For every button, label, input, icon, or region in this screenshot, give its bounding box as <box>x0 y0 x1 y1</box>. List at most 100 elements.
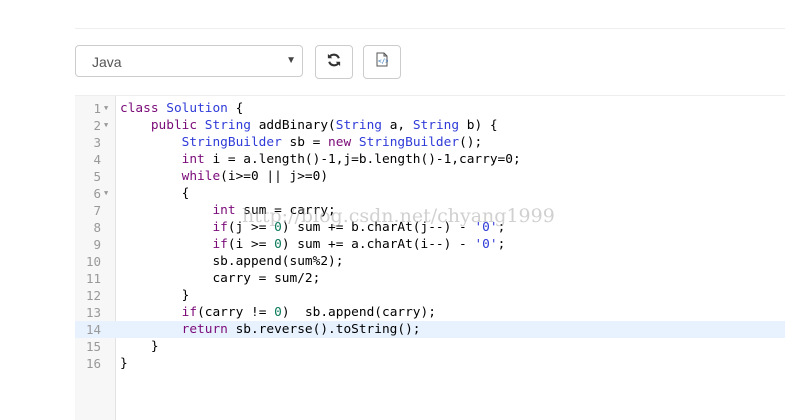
code-line[interactable]: 2 ▼ public String addBinary(String a, Str… <box>75 117 785 134</box>
code-token-plain: ; <box>497 237 506 252</box>
code-token-keyword: if <box>212 237 228 252</box>
code-token-plain: { <box>227 101 244 116</box>
code-token-keyword: while <box>181 169 221 184</box>
code-token-keyword: if <box>212 220 228 235</box>
code-token-type: String <box>335 118 382 133</box>
code-token-plain: (); <box>459 135 483 150</box>
code-file-icon: </> <box>376 52 389 72</box>
code-line[interactable]: 5 while(i>=0 || j>=0) <box>75 168 785 185</box>
line-number: 9 <box>93 237 101 252</box>
code-file-button[interactable]: </> <box>363 45 401 79</box>
code-token-keyword: if <box>181 305 198 320</box>
fold-arrow-icon[interactable]: ▼ <box>104 185 108 202</box>
code-line[interactable]: 13 if(carry != 0) sb.append(carry); <box>75 304 785 321</box>
code-token-type: StringBuilder <box>358 135 460 150</box>
code-editor[interactable]: 1 ▼ class Solution {2 ▼ public String addBi… <box>75 95 785 420</box>
divider <box>75 28 785 29</box>
code-token-plain: (i>=0 || j>=0) <box>220 169 329 184</box>
code-token-number: 0 <box>274 220 282 235</box>
code-token-plain: ) sum += b.charAt(j--) - <box>281 220 475 235</box>
line-number: 5 <box>93 169 101 184</box>
code-text: int i = a.length()-1,j=b.length()-1,carr… <box>120 151 521 168</box>
code-line[interactable]: 6 ▼ { <box>75 185 785 202</box>
code-lines[interactable]: 1 ▼ class Solution {2 ▼ public String addBi… <box>75 100 785 372</box>
code-token-plain: (j >= <box>227 220 275 235</box>
code-token-plain: sum = carry; <box>235 203 336 218</box>
code-line[interactable]: 10 sb.append(sum%2); <box>75 253 785 270</box>
code-text: { <box>120 185 190 202</box>
fold-arrow-icon[interactable]: ▼ <box>104 100 108 117</box>
line-number: 16 <box>85 356 101 371</box>
line-number: 2 <box>93 118 101 133</box>
line-number: 14 <box>85 322 101 337</box>
code-text: StringBuilder sb = new StringBuilder(); <box>120 134 483 151</box>
code-text: } <box>120 355 128 372</box>
code-token-plain: } <box>120 339 159 354</box>
refresh-icon <box>327 53 341 72</box>
code-line[interactable]: 12 } <box>75 287 785 304</box>
code-token-keyword: int <box>181 152 205 167</box>
line-number: 4 <box>93 152 101 167</box>
code-token-plain: } <box>120 288 190 303</box>
code-token-plain: i = a.length()-1,j=b.length()-1,carry=0; <box>204 152 521 167</box>
language-select[interactable]: Java ▼ <box>75 45 303 77</box>
code-text: } <box>120 287 190 304</box>
svg-text:</>: </> <box>378 58 388 65</box>
code-line[interactable]: 14 return sb.reverse().toString(); <box>75 321 785 338</box>
reset-code-button[interactable] <box>315 45 353 79</box>
code-line[interactable]: 4 int i = a.length()-1,j=b.length()-1,ca… <box>75 151 785 168</box>
code-token-number: 0 <box>274 305 282 320</box>
line-number: 13 <box>85 305 101 320</box>
code-token-type: String <box>412 118 460 133</box>
code-token-keyword: return <box>181 322 228 337</box>
line-number: 1 <box>93 101 101 116</box>
line-number: 12 <box>85 288 101 303</box>
code-token-keyword: int <box>212 203 236 218</box>
code-token-plain: { <box>120 186 190 201</box>
code-text: class Solution { <box>120 100 243 117</box>
code-token-keyword: public <box>150 118 198 133</box>
code-token-type: StringBuilder <box>181 135 282 150</box>
code-token-type: Solution <box>166 101 228 116</box>
code-text: sb.append(sum%2); <box>120 253 343 270</box>
code-text: if(i >= 0) sum += a.charAt(i--) - '0'; <box>120 236 505 253</box>
code-line[interactable]: 9 if(i >= 0) sum += a.charAt(i--) - '0'; <box>75 236 785 253</box>
code-line[interactable]: 1 ▼ class Solution { <box>75 100 785 117</box>
code-token-plain: } <box>120 356 128 371</box>
code-token-plain: sb.append(sum%2); <box>120 254 344 269</box>
code-line[interactable]: 7 int sum = carry; <box>75 202 785 219</box>
code-token-plain: ; <box>497 220 506 235</box>
code-line[interactable]: 15 } <box>75 338 785 355</box>
code-text: return sb.reverse().toString(); <box>120 321 421 338</box>
line-number: 10 <box>85 254 101 269</box>
code-text: carry = sum/2; <box>120 270 320 287</box>
line-number: 8 <box>93 220 101 235</box>
code-text: if(j >= 0) sum += b.charAt(j--) - '0'; <box>120 219 505 236</box>
code-line[interactable]: 16} <box>75 355 785 372</box>
code-token-plain: addBinary( <box>251 118 336 133</box>
code-text: int sum = carry; <box>120 202 336 219</box>
fold-arrow-icon[interactable]: ▼ <box>104 117 108 134</box>
code-token-keyword: new <box>328 135 352 150</box>
code-text: while(i>=0 || j>=0) <box>120 168 328 185</box>
code-line[interactable]: 8 if(j >= 0) sum += b.charAt(j--) - '0'; <box>75 219 785 236</box>
code-line[interactable]: 11 carry = sum/2; <box>75 270 785 287</box>
language-select-value: Java <box>92 54 122 70</box>
line-number: 7 <box>93 203 101 218</box>
code-token-string: '0' <box>474 220 498 235</box>
code-token-type: String <box>204 118 252 133</box>
line-number: 6 <box>93 186 101 201</box>
code-token-plain: sb = <box>281 135 329 150</box>
code-text: } <box>120 338 159 355</box>
code-line[interactable]: 3 StringBuilder sb = new StringBuilder()… <box>75 134 785 151</box>
